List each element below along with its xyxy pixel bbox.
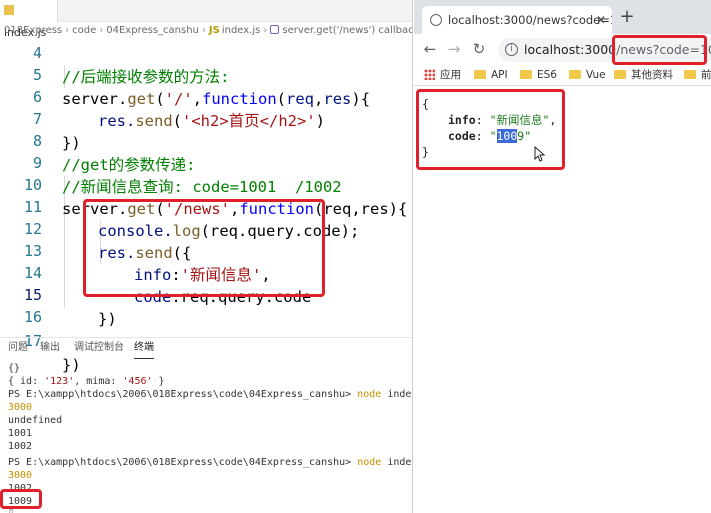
editor-tab-index-js[interactable]: index.js: [0, 0, 58, 39]
code-line: 9 //新闻信息查询: code=1001 /1002: [0, 132, 412, 196]
terminal-line: PS E:\xampp\htdocs\2006\018Express\code\…: [8, 388, 412, 401]
globe-icon: [430, 14, 442, 26]
terminal-text: { id:: [8, 376, 45, 387]
bookmark-api[interactable]: API: [474, 64, 508, 85]
bookmark-label: 应用: [440, 69, 461, 81]
browser-tab-title: localhost:3000/news?code=10: [448, 13, 612, 27]
terminal-prompt: PS E:\xampp\htdocs\2006\018Express\code\…: [8, 457, 352, 468]
tab-output[interactable]: 输出: [40, 338, 60, 358]
new-tab-button[interactable]: +: [618, 8, 636, 26]
bookmark-apps[interactable]: 应用: [424, 64, 461, 85]
tab-debug-console[interactable]: 调试控制台: [74, 338, 124, 358]
code-line: 6 res.send('<h2>首页</h2>'): [0, 66, 412, 130]
editor-tab-bar: index.js: [0, 0, 412, 39]
bookmark-label: 前: [701, 69, 711, 81]
code-line: 8 //get的参数传递:: [0, 110, 412, 174]
screen: index.js 018Express › code › 04Express_cansh…: [0, 0, 711, 513]
url-host: localhost:3000: [524, 42, 617, 57]
terminal-text: index.js: [387, 457, 412, 468]
terminal-command: node: [357, 457, 382, 468]
browser-tab-bar: localhost:3000/news?code=10 ✕ +: [414, 0, 711, 34]
code-line: 10 server.get('/news',function(req,res){: [0, 154, 412, 218]
highlight-box-terminal: [0, 489, 42, 509]
terminal-line: { id: '123', mima: '456' }: [8, 375, 165, 388]
bookmark-label: ES6: [537, 69, 557, 81]
tab-terminal[interactable]: 终端: [134, 338, 154, 359]
folder-icon: [474, 70, 486, 79]
terminal-text: index.js: [387, 389, 412, 400]
bookmark-label: API: [491, 69, 508, 81]
terminal-line: 3000: [8, 470, 33, 481]
folder-icon: [614, 70, 626, 79]
panel-tab-bar: 问题 输出 调试控制台 终端: [0, 337, 412, 359]
bookmark-vue[interactable]: Vue: [569, 64, 606, 85]
close-icon[interactable]: ✕: [596, 6, 606, 34]
terminal-prompt: PS E:\xampp\htdocs\2006\018Express\code\…: [8, 389, 352, 400]
reload-button[interactable]: ↻: [469, 39, 489, 59]
info-icon[interactable]: i: [505, 43, 518, 56]
terminal-text: '456': [122, 376, 153, 387]
code-line: 4 //后端接收参数的方法:: [0, 22, 412, 86]
bookmark-es6[interactable]: ES6: [520, 64, 557, 85]
code-editor: index.js 018Express › code › 04Express_cansh…: [0, 0, 413, 513]
bookmark-label: 其他资料: [631, 69, 673, 81]
folder-icon: [569, 70, 581, 79]
highlight-box-url: [612, 35, 707, 65]
bookmark-label: Vue: [586, 69, 606, 81]
terminal-line: {}: [8, 363, 21, 374]
terminal-line: 3000: [8, 402, 33, 413]
back-button[interactable]: ←: [420, 39, 440, 59]
browser-window: localhost:3000/news?code=10 ✕ + ← → ↻ i …: [414, 0, 711, 513]
terminal-text: , mima:: [74, 376, 123, 387]
terminal-text: }: [152, 376, 165, 387]
highlight-box-json: [416, 89, 565, 170]
bookmark-other[interactable]: 其他资料: [614, 64, 673, 85]
folder-icon: [520, 70, 532, 79]
browser-tab[interactable]: localhost:3000/news?code=10 ✕: [422, 6, 612, 34]
bookmarks-bar: 应用 API ES6 Vue 其他资料 前: [414, 64, 711, 86]
terminal-line: PS E:\xampp\htdocs\2006\018Express\code\…: [8, 456, 412, 469]
forward-button[interactable]: →: [444, 39, 464, 59]
terminal-text: '123': [44, 376, 75, 387]
code-line: 5 server.get('/',function(req,res){: [0, 44, 412, 108]
folder-icon: [684, 70, 696, 79]
bookmark-front[interactable]: 前: [684, 64, 711, 85]
terminal-line: 1002: [8, 441, 33, 452]
highlight-box-code: [83, 199, 325, 297]
terminal-line: undefined: [8, 415, 63, 426]
code-line: 7 }): [0, 88, 412, 152]
terminal-command: node: [357, 389, 382, 400]
js-file-icon: [4, 5, 14, 15]
tab-problems[interactable]: 问题: [8, 338, 28, 358]
code-line: 17 }): [0, 310, 412, 374]
terminal-line: 1001: [8, 428, 33, 439]
apps-grid-icon: [424, 69, 435, 80]
code-line: 11 console.log(req.query.code);: [0, 176, 412, 240]
